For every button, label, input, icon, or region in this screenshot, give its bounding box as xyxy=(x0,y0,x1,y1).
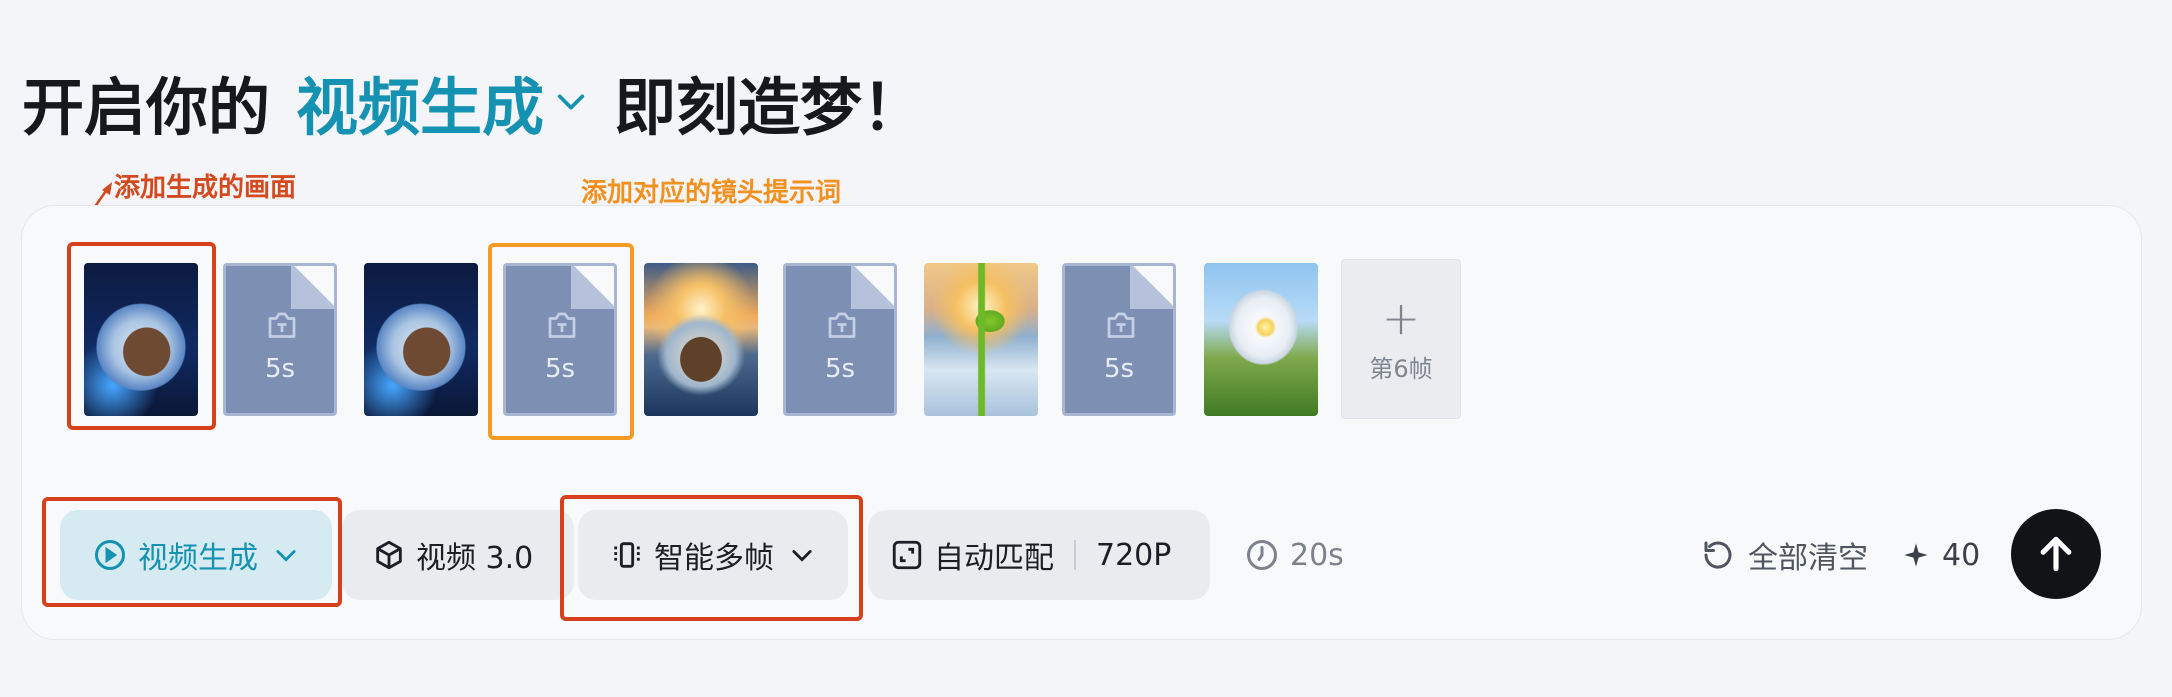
prompt-duration: 5s xyxy=(1103,354,1135,384)
ratio-label: 自动匹配 xyxy=(934,541,1054,576)
video-play-icon xyxy=(95,540,125,570)
credits-indicator: 40 xyxy=(1902,530,1980,580)
annotation-add-frame: 添加生成的画面 xyxy=(114,173,297,203)
prompt-card-1[interactable]: 5s xyxy=(223,263,337,416)
clock-icon xyxy=(1247,540,1277,570)
frame-image-1[interactable] xyxy=(84,263,198,416)
prompt-card-4[interactable]: 5s xyxy=(1062,263,1176,416)
headline-suffix: 即刻造梦！ xyxy=(614,71,925,144)
chevron-down-icon xyxy=(792,550,812,562)
text-prompt-icon xyxy=(1107,312,1135,338)
multi-frame-label: 智能多帧 xyxy=(654,541,774,576)
divider xyxy=(1074,540,1076,570)
sparkle-icon xyxy=(1904,543,1928,567)
ratio-resolution-button[interactable]: 自动匹配 720P xyxy=(868,510,1210,600)
text-prompt-icon xyxy=(548,312,576,338)
arrow-up-icon xyxy=(2040,536,2072,572)
frame-image-2[interactable] xyxy=(364,263,478,416)
credits-value: 40 xyxy=(1942,537,1981,573)
text-prompt-icon xyxy=(828,312,856,338)
resolution-label: 720P xyxy=(1096,537,1172,573)
plus-icon: + xyxy=(1381,290,1421,345)
clear-all-label: 全部清空 xyxy=(1748,541,1868,576)
frame-image-4[interactable] xyxy=(924,263,1038,416)
chevron-down-icon[interactable] xyxy=(554,85,588,119)
multi-frame-icon xyxy=(614,542,640,568)
prompt-card-3[interactable]: 5s xyxy=(783,263,897,416)
prompt-card-2[interactable]: 5s xyxy=(503,263,617,416)
cube-icon xyxy=(376,540,402,570)
frame-image-5[interactable] xyxy=(1204,263,1318,416)
chevron-down-icon xyxy=(276,550,296,562)
add-frame-label: 第6帧 xyxy=(1369,354,1433,383)
prompt-duration: 5s xyxy=(544,354,576,384)
mode-label: 视频生成 xyxy=(138,541,258,576)
headline-mode-selector[interactable]: 视频生成 xyxy=(296,57,544,147)
model-select-button[interactable]: 视频 3.0 xyxy=(342,510,574,600)
duration-button[interactable]: 20s xyxy=(1240,510,1360,600)
multi-frame-select-button[interactable]: 智能多帧 xyxy=(578,510,848,600)
duration-label: 20s xyxy=(1290,537,1344,573)
aspect-ratio-icon xyxy=(892,540,922,570)
prompt-duration: 5s xyxy=(824,354,856,384)
mode-select-button[interactable]: 视频生成 xyxy=(60,510,332,600)
page-headline: 开启你的 视频生成 即刻造梦！ xyxy=(22,62,924,144)
headline-prefix: 开启你的 xyxy=(22,71,271,144)
reset-icon xyxy=(1704,541,1732,569)
annotation-add-prompt: 添加对应的镜头提示词 xyxy=(581,178,842,208)
clear-all-button[interactable]: 全部清空 xyxy=(1700,530,1868,580)
submit-button[interactable] xyxy=(2011,509,2101,599)
text-prompt-icon xyxy=(268,312,296,338)
prompt-duration: 5s xyxy=(264,354,296,384)
model-label: 视频 3.0 xyxy=(416,541,534,576)
add-frame-button[interactable]: + 第6帧 xyxy=(1341,259,1461,419)
frame-image-3[interactable] xyxy=(644,263,758,416)
